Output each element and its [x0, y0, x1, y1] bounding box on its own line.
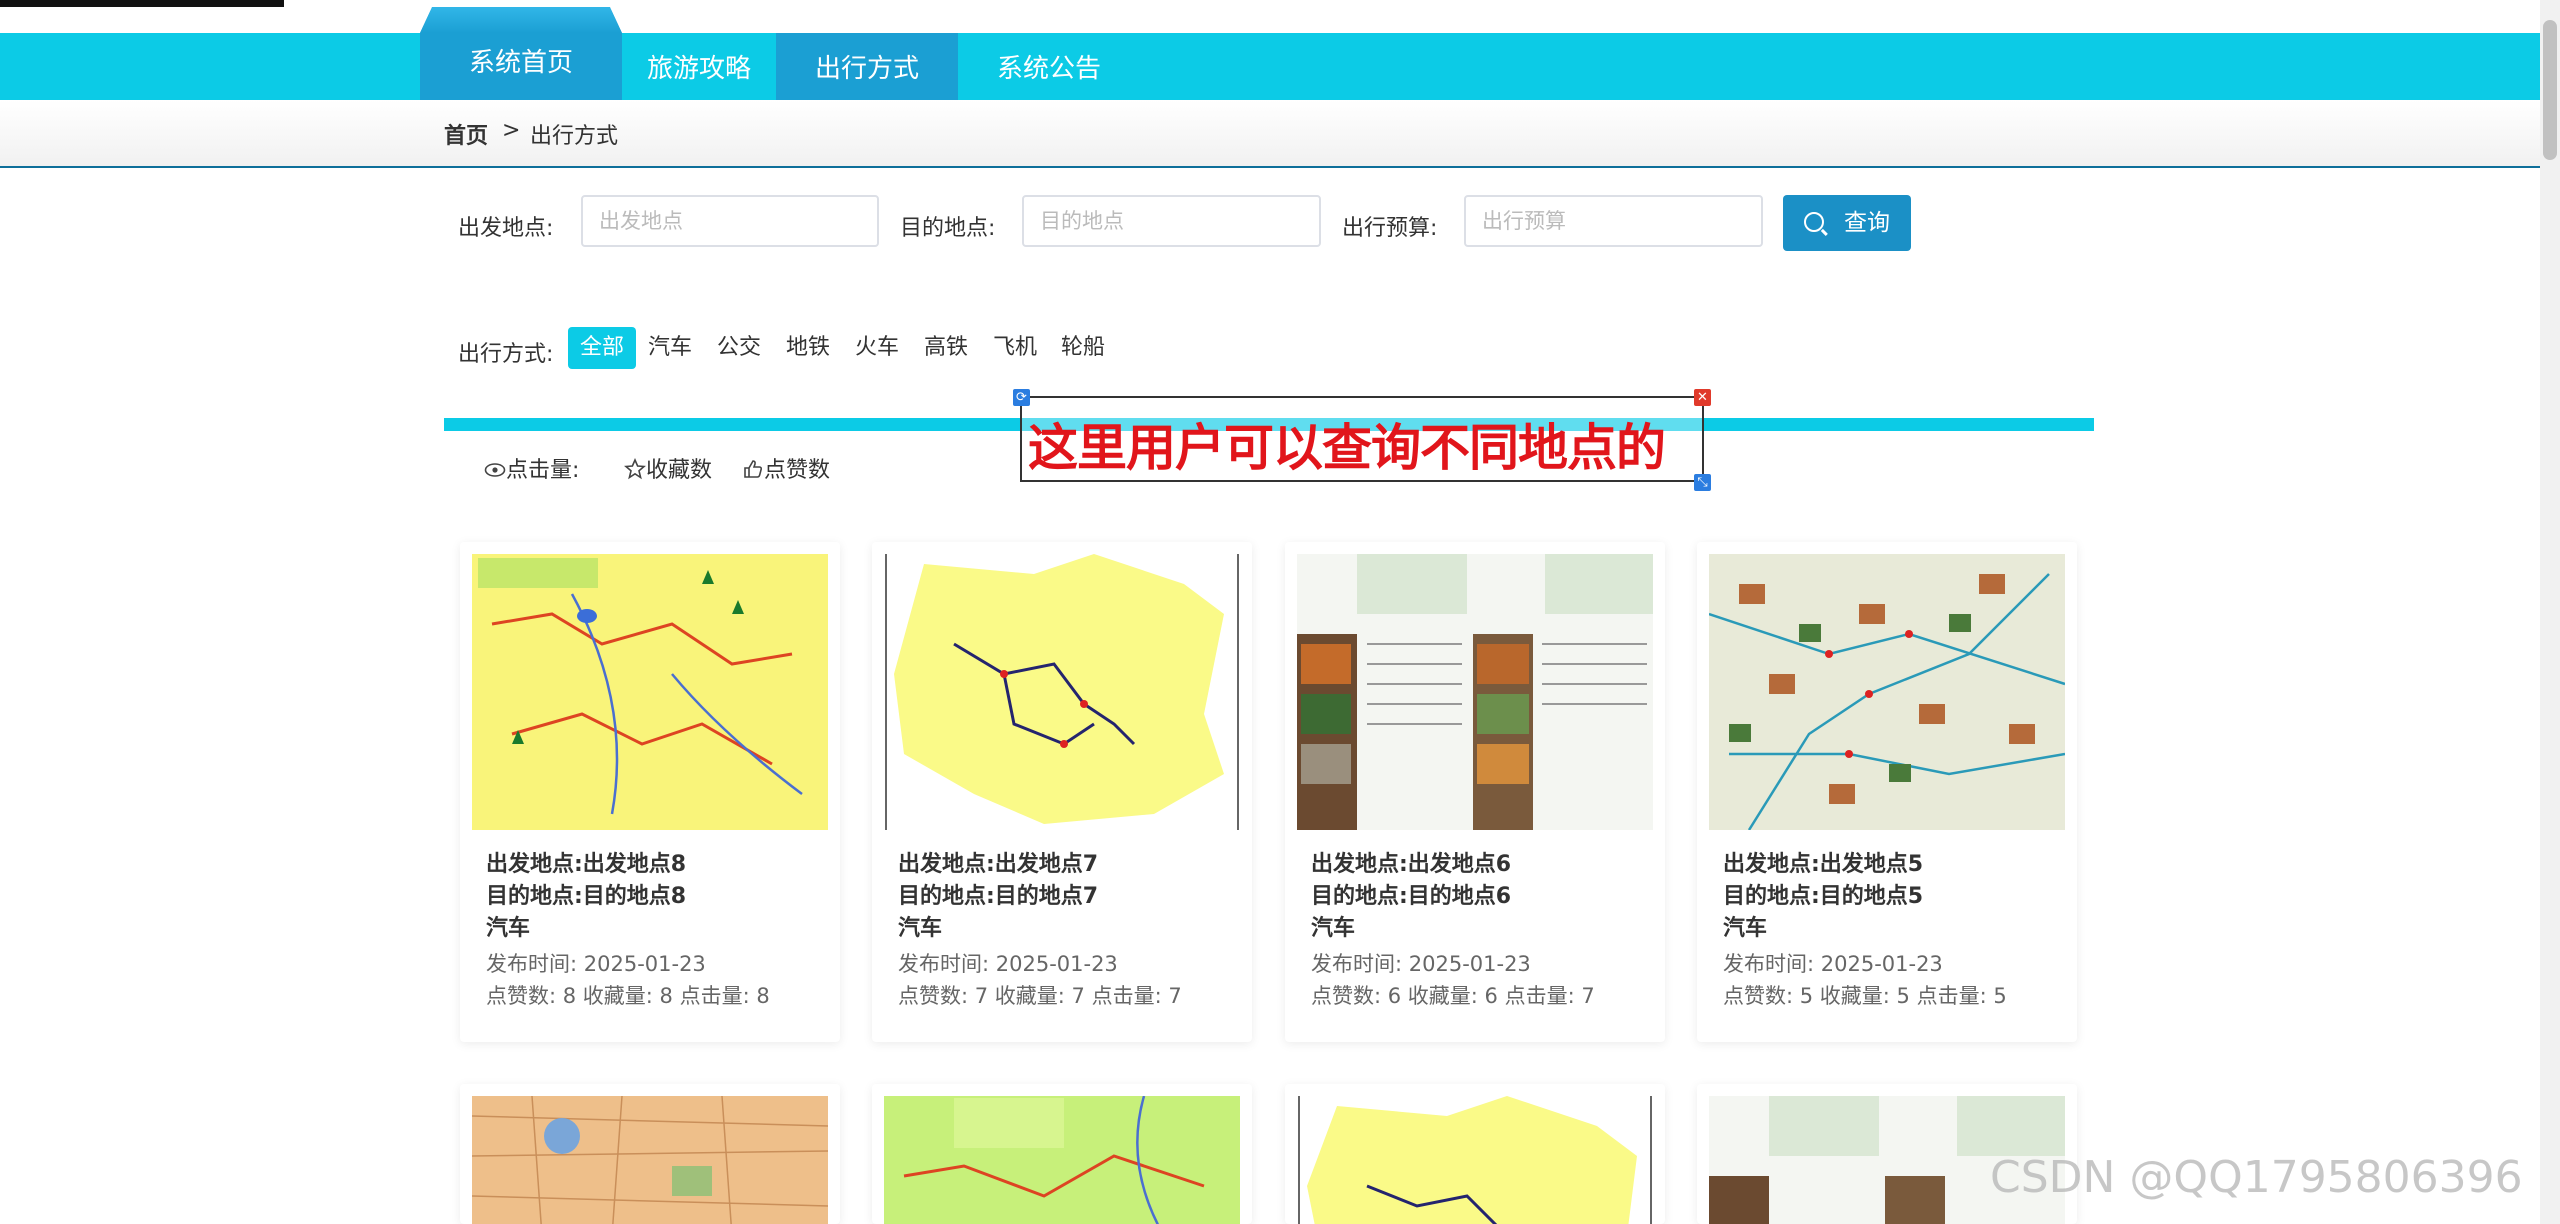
route-map-image: [1297, 1096, 1653, 1224]
card-date: 发布时间: 2025-01-23: [898, 952, 1118, 976]
filter-option-all[interactable]: 全部: [568, 327, 636, 369]
card-mode: 汽车: [898, 916, 943, 941]
route-card[interactable]: 出发地点:出发地点7 目的地点:目的地点7 汽车 发布时间: 2025-01-2…: [872, 542, 1252, 1042]
sort-favorites-label: 收藏数: [646, 458, 713, 483]
card-to: 目的地点:目的地点8: [486, 884, 687, 909]
filter-option-bus[interactable]: 公交: [705, 327, 773, 369]
route-map-image: [472, 554, 828, 830]
card-mode: 汽车: [1723, 916, 1768, 941]
watermark: CSDN @QQ1795806396: [1990, 1152, 2523, 1203]
nav-item-announcements[interactable]: 系统公告: [958, 33, 1140, 100]
route-map-image: [884, 554, 1240, 830]
filter-option-car[interactable]: 汽车: [636, 327, 704, 369]
top-dark-strip: [0, 0, 284, 7]
breadcrumb-home[interactable]: 首页: [444, 118, 488, 150]
route-card[interactable]: [460, 1084, 840, 1224]
card-date: 发布时间: 2025-01-23: [486, 952, 706, 976]
card-mode: 汽车: [486, 916, 531, 941]
annotation-text: 这里用户可以查询不同地点的: [1028, 419, 1666, 477]
card-to: 目的地点:目的地点5: [1723, 884, 1924, 909]
card-from: 出发地点:出发地点6: [1311, 852, 1512, 877]
card-from: 出发地点:出发地点5: [1723, 852, 1924, 877]
card-stats: 点赞数: 5 收藏量: 5 点击量: 5: [1723, 984, 2007, 1008]
card-date: 发布时间: 2025-01-23: [1311, 952, 1531, 976]
thumbs-up-icon: [744, 460, 763, 478]
sort-by-clicks[interactable]: 点击量:: [484, 452, 579, 484]
card-stats: 点赞数: 6 收藏量: 6 点击量: 7: [1311, 984, 1595, 1008]
star-icon: [624, 457, 646, 480]
nav-item-travel-mode[interactable]: 出行方式: [776, 33, 958, 100]
card-stats: 点赞数: 8 收藏量: 8 点击量: 8: [486, 984, 770, 1008]
from-label: 出发地点:: [458, 216, 554, 241]
filter-option-train[interactable]: 火车: [843, 327, 911, 369]
budget-label: 出行预算:: [1342, 216, 1438, 241]
nav-item-guides[interactable]: 旅游攻略: [622, 33, 776, 100]
breadcrumb-separator: >: [502, 118, 521, 143]
budget-input[interactable]: 出行预算: [1464, 195, 1763, 247]
from-input[interactable]: 出发地点: [581, 195, 879, 247]
resize-handle-icon[interactable]: ⤡: [1694, 474, 1711, 491]
query-button-label: 查询: [1844, 210, 1890, 236]
scrollbar-thumb[interactable]: [2543, 20, 2557, 160]
route-card[interactable]: [1285, 1084, 1665, 1224]
filter-option-highspeed-rail[interactable]: 高铁: [912, 327, 980, 369]
filter-label: 出行方式:: [458, 342, 554, 367]
rotate-handle-icon[interactable]: ⟳: [1013, 389, 1030, 406]
sort-likes-label: 点赞数: [764, 458, 831, 483]
card-stats: 点赞数: 7 收藏量: 7 点击量: 7: [898, 984, 1182, 1008]
filter-option-plane[interactable]: 飞机: [981, 327, 1049, 369]
route-card[interactable]: 出发地点:出发地点8 目的地点:目的地点8 汽车 发布时间: 2025-01-2…: [460, 542, 840, 1042]
filter-option-subway[interactable]: 地铁: [774, 327, 842, 369]
to-input[interactable]: 目的地点: [1022, 195, 1321, 247]
close-icon[interactable]: ✕: [1694, 389, 1711, 406]
card-from: 出发地点:出发地点8: [486, 852, 687, 877]
sort-by-likes[interactable]: 点赞数: [742, 452, 830, 484]
route-map-image: [1709, 554, 2065, 830]
card-from: 出发地点:出发地点7: [898, 852, 1099, 877]
sort-by-favorites[interactable]: 收藏数: [624, 452, 712, 484]
nav-home-tab[interactable]: 系统首页: [420, 7, 622, 100]
to-label: 目的地点:: [900, 216, 996, 241]
filter-option-ship[interactable]: 轮船: [1049, 327, 1117, 369]
card-mode: 汽车: [1311, 916, 1356, 941]
sort-clicks-label: 点击量:: [506, 458, 580, 483]
card-to: 目的地点:目的地点6: [1311, 884, 1512, 909]
route-card[interactable]: 出发地点:出发地点5 目的地点:目的地点5 汽车 发布时间: 2025-01-2…: [1697, 542, 2077, 1042]
route-card[interactable]: 出发地点:出发地点6 目的地点:目的地点6 汽车 发布时间: 2025-01-2…: [1285, 542, 1665, 1042]
card-to: 目的地点:目的地点7: [898, 884, 1099, 909]
query-button[interactable]: 查询: [1783, 195, 1911, 251]
eye-icon: [484, 463, 506, 477]
card-date: 发布时间: 2025-01-23: [1723, 952, 1943, 976]
route-card[interactable]: [872, 1084, 1252, 1224]
route-map-image: [1297, 554, 1653, 830]
vertical-scrollbar[interactable]: [2540, 0, 2560, 1224]
breadcrumb-bar: [0, 100, 2540, 168]
navbar: [0, 33, 2540, 100]
route-map-image: [884, 1096, 1240, 1224]
search-icon: [1804, 212, 1824, 232]
nav-home-label: 系统首页: [468, 48, 573, 78]
route-map-image: [472, 1096, 828, 1224]
breadcrumb-current: 出行方式: [530, 124, 619, 149]
